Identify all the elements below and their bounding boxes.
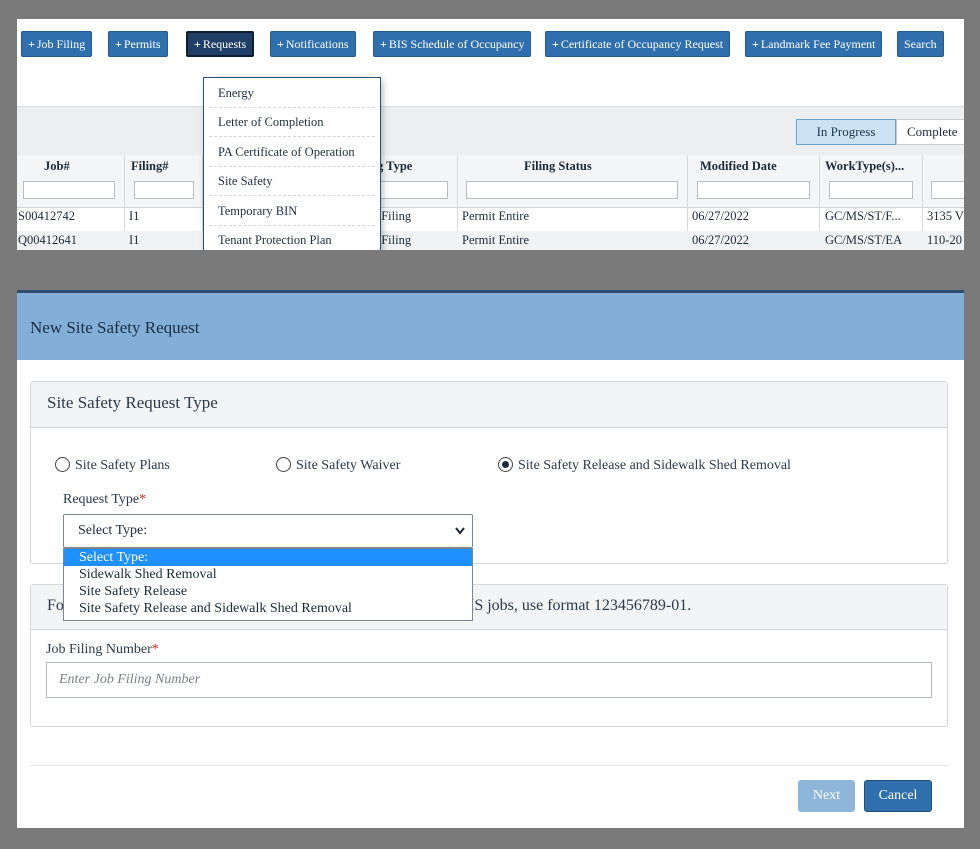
plus-icon: + — [194, 37, 201, 51]
cell-address: 3135 V — [927, 209, 964, 223]
filter-modified-date[interactable] — [697, 181, 810, 199]
plus-icon: + — [115, 37, 122, 51]
radio-site-safety-release[interactable]: Site Safety Release and Sidewalk Shed Re… — [498, 457, 791, 475]
filter-filing[interactable] — [134, 181, 194, 199]
menu-item-temporary-bin[interactable]: Temporary BIN — [209, 197, 375, 226]
requests-label: Requests — [202, 37, 247, 51]
plus-icon: + — [752, 37, 759, 51]
certificate-of-occupancy-button[interactable]: + Certificate of Occupancy Request — [545, 31, 731, 57]
modal-title: New Site Safety Request — [30, 318, 200, 337]
cell-job: Q00412641 — [18, 233, 78, 247]
certificate-label: Certificate of Occupancy Request — [560, 37, 724, 51]
cancel-button[interactable]: Cancel — [864, 780, 932, 812]
requests-button[interactable]: + Requests — [186, 31, 255, 57]
job-filing-label: Job Filing Number* — [46, 642, 159, 658]
cell-filing: I1 — [129, 209, 140, 223]
menu-item-pa-certificate[interactable]: PA Certificate of Operation — [209, 138, 375, 167]
cell-filing: I1 — [129, 233, 140, 247]
col-worktypes[interactable]: WorkType(s)... — [825, 159, 904, 174]
plus-icon: + — [552, 37, 559, 51]
radio-circle-checked — [498, 457, 513, 472]
filter-address[interactable] — [931, 181, 964, 199]
menu-item-energy[interactable]: Energy — [209, 79, 375, 108]
radio-site-safety-waiver[interactable]: Site Safety Waiver — [276, 457, 400, 475]
cell-modified: 06/27/2022 — [692, 233, 749, 247]
radio-circle — [276, 457, 291, 472]
bis-schedule-label: BIS Schedule of Occupancy — [388, 37, 525, 51]
col-job[interactable]: Job# — [44, 159, 70, 174]
plus-icon: + — [277, 37, 284, 51]
landmark-label: Landmark Fee Payment — [760, 37, 876, 51]
col-modified-date[interactable]: Modified Date — [700, 159, 777, 174]
footer-divider — [30, 765, 948, 766]
request-type-label: Request Type* — [63, 492, 146, 508]
menu-item-site-safety[interactable]: Site Safety — [209, 167, 375, 196]
permits-button[interactable]: + Permits — [108, 31, 168, 57]
section-header: Site Safety Request Type — [31, 382, 947, 428]
request-type-options: Select Type: Sidewalk Shed Removal Site … — [63, 548, 473, 621]
cell-worktypes: GC/MS/ST/F... — [825, 209, 901, 223]
dashboard-panel: + Job Filing + Permits + Requests + Notifica… — [17, 19, 964, 250]
search-button[interactable]: Search — [897, 31, 944, 57]
requests-dropdown-menu: Energy Letter of Completion PA Certifica… — [203, 77, 381, 250]
col-filing[interactable]: Filing# — [131, 159, 169, 174]
radio-label: Site Safety Plans — [75, 458, 170, 473]
info-text-suffix: IS jobs, use format 123456789-01. — [469, 597, 692, 614]
section-title: Site Safety Request Type — [47, 393, 218, 412]
next-button[interactable]: Next — [798, 780, 855, 812]
permits-label: Permits — [123, 37, 161, 51]
cell-status: Permit Entire — [462, 233, 529, 247]
request-type-text: Request Type — [63, 492, 140, 507]
cell-worktypes: GC/MS/ST/EA — [825, 233, 903, 247]
cell-modified: 06/27/2022 — [692, 209, 749, 223]
option-select-type[interactable]: Select Type: — [64, 549, 472, 566]
radio-circle — [55, 457, 70, 472]
required-mark: * — [139, 492, 147, 507]
cell-status: Permit Entire — [462, 209, 529, 223]
in-progress-toggle[interactable]: In Progress — [796, 119, 896, 145]
radio-label: Site Safety Waiver — [296, 458, 401, 473]
site-safety-modal: New Site Safety Request Site Safety Requ… — [17, 290, 964, 828]
required-mark: * — [151, 642, 159, 657]
plus-icon: + — [380, 37, 387, 51]
info-text-prefix: Fo — [47, 597, 64, 614]
job-filing-text: Job Filing Number — [46, 642, 152, 657]
option-release-and-shed-removal[interactable]: Site Safety Release and Sidewalk Shed Re… — [64, 600, 472, 617]
completed-toggle[interactable]: Complete — [896, 119, 964, 145]
menu-item-letter-of-completion[interactable]: Letter of Completion — [209, 108, 375, 137]
filter-filing-status[interactable] — [466, 181, 678, 199]
plus-icon: + — [28, 37, 35, 51]
option-sidewalk-shed-removal[interactable]: Sidewalk Shed Removal — [64, 566, 472, 583]
radio-site-safety-plans[interactable]: Site Safety Plans — [55, 457, 170, 475]
job-filing-label: Job Filing — [36, 37, 86, 51]
col-filing-status[interactable]: Filing Status — [524, 159, 592, 174]
job-filing-button[interactable]: + Job Filing — [21, 31, 93, 57]
menu-item-tenant-protection[interactable]: Tenant Protection Plan — [209, 226, 375, 250]
job-filing-number-input[interactable]: Enter Job Filing Number — [46, 662, 932, 698]
search-label: Search — [904, 37, 937, 51]
notifications-label: Notifications — [285, 37, 349, 51]
filter-job[interactable] — [23, 181, 115, 199]
modal-header: New Site Safety Request — [17, 290, 964, 360]
request-type-select[interactable]: Select Type: — [63, 514, 473, 548]
radio-label: Site Safety Release and Sidewalk Shed Re… — [518, 458, 791, 473]
grid-header: Job# Filing# Filing Type Filing Status M… — [17, 155, 964, 208]
cell-job: S00412742 — [18, 209, 75, 223]
landmark-fee-button[interactable]: + Landmark Fee Payment — [745, 31, 883, 57]
option-site-safety-release[interactable]: Site Safety Release — [64, 583, 472, 600]
filter-worktypes[interactable] — [829, 181, 913, 199]
bis-schedule-button[interactable]: + BIS Schedule of Occupancy — [373, 31, 532, 57]
select-value: Select Type: — [78, 523, 148, 538]
notifications-button[interactable]: + Notifications — [270, 31, 356, 57]
cell-address: 110-20 — [927, 233, 962, 247]
